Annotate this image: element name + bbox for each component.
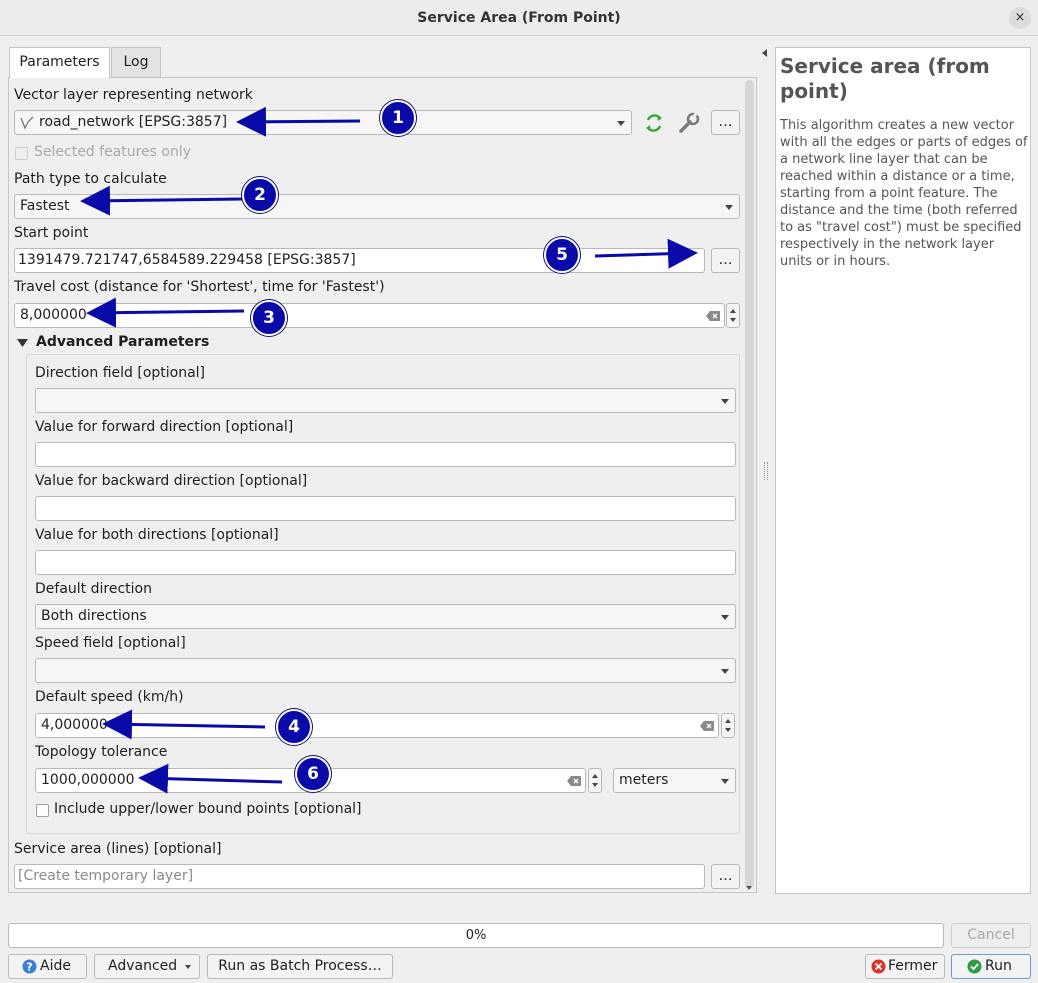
annotation-marker-5: 5 bbox=[544, 237, 580, 273]
annotation-arrow bbox=[80, 185, 243, 216]
annotation-marker-2: 2 bbox=[242, 177, 278, 213]
annotation-marker-1: 1 bbox=[380, 100, 416, 136]
annotation-arrows bbox=[80, 106, 698, 794]
annotation-arrow bbox=[102, 709, 266, 740]
annotation-arrow bbox=[138, 763, 283, 794]
tab-parameters[interactable]: Parameters bbox=[9, 47, 110, 78]
annotation-arrow bbox=[86, 297, 245, 328]
annotation-marker-6: 6 bbox=[295, 756, 331, 792]
annotation-arrow bbox=[594, 238, 698, 269]
annotation-arrow bbox=[236, 106, 361, 137]
annotation-marker-3: 3 bbox=[251, 300, 287, 336]
annotation-marker-4: 4 bbox=[276, 709, 312, 745]
